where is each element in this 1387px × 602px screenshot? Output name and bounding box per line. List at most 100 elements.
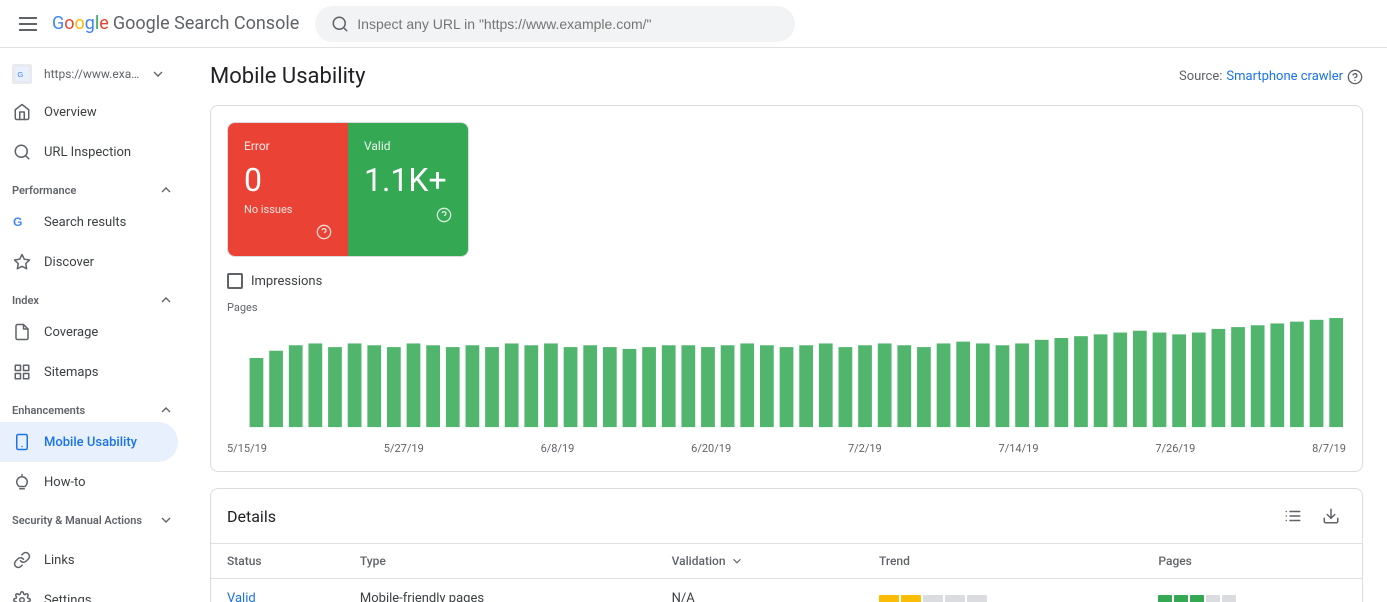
col-type: Type (344, 544, 656, 579)
col-status: Status (211, 544, 344, 579)
google-icon: G (12, 212, 32, 232)
sidebar-item-sitemaps[interactable]: Sitemaps (0, 352, 178, 392)
x-label: 7/14/19 (999, 442, 1039, 455)
impressions-checkbox[interactable] (227, 273, 243, 289)
trend-bar (879, 595, 1126, 602)
search-nav-icon (12, 142, 32, 162)
download-icon (1322, 507, 1340, 525)
coverage-icon (12, 322, 32, 342)
enhancements-section-header[interactable]: Enhancements (0, 392, 186, 422)
status-cards-wrapper: Error 0 No issues Valid 1.1K+ (227, 122, 777, 273)
discover-icon (12, 252, 32, 272)
index-collapse-icon (158, 292, 174, 308)
sidebar-item-search-results-label: Search results (44, 215, 126, 230)
menu-button[interactable] (8, 4, 48, 44)
row-trend (863, 579, 1142, 602)
col-validation[interactable]: Validation (656, 544, 863, 578)
chart-y-label: Pages (227, 301, 1346, 314)
row-status: Valid (211, 579, 344, 602)
property-selector[interactable]: G https://www.exampl... (0, 56, 178, 92)
col-pages: Pages (1142, 544, 1362, 579)
chart-container (227, 318, 1346, 438)
sidebar-item-overview[interactable]: Overview (0, 92, 178, 132)
x-label: 8/7/19 (1312, 442, 1346, 455)
details-section: Details Status (210, 488, 1363, 602)
property-favicon: G (12, 64, 32, 84)
valid-help-icon[interactable] (436, 207, 452, 223)
logo[interactable]: Google Google Search Console (52, 13, 299, 34)
security-section-header[interactable]: Security & Manual Actions (0, 502, 186, 532)
chart-x-labels: 5/15/195/27/196/8/196/20/197/2/197/14/19… (227, 442, 1346, 455)
x-label: 6/20/19 (691, 442, 731, 455)
sidebar-item-mobile-label: Mobile Usability (44, 435, 137, 450)
error-status-card: Error 0 No issues (228, 123, 348, 256)
performance-label: Performance (12, 184, 76, 197)
source-value[interactable]: Smartphone crawler (1226, 69, 1343, 84)
topbar: Google Google Search Console (0, 0, 1387, 48)
filter-icon (1284, 507, 1302, 525)
svg-text:G: G (13, 215, 22, 229)
lightbulb-icon (12, 472, 32, 492)
sidebar-item-coverage-label: Coverage (44, 325, 98, 340)
content-area: Mobile Usability Source: Smartphone craw… (186, 48, 1387, 602)
help-icon[interactable] (1347, 69, 1363, 85)
filter-button[interactable] (1278, 501, 1308, 531)
sidebar-item-how-to-label: How-to (44, 475, 86, 490)
sidebar-item-discover[interactable]: Discover (0, 242, 178, 282)
row-validation: N/A (656, 579, 863, 602)
sidebar-item-discover-label: Discover (44, 255, 94, 270)
x-label: 7/2/19 (848, 442, 882, 455)
sidebar: G https://www.exampl... Overview URL Ins… (0, 48, 186, 602)
home-icon (12, 102, 32, 122)
enhancements-label: Enhancements (12, 404, 85, 417)
valid-label: Valid (364, 139, 452, 153)
download-button[interactable] (1316, 501, 1346, 531)
sidebar-item-coverage[interactable]: Coverage (0, 312, 178, 352)
valid-link[interactable]: Valid (227, 591, 256, 602)
chevron-down-icon (150, 66, 166, 82)
mobile-icon (12, 432, 32, 452)
property-name: https://www.exampl... (44, 67, 146, 81)
search-input[interactable] (357, 16, 779, 32)
search-bar (315, 6, 795, 42)
chart-svg (227, 318, 1346, 438)
link-icon (12, 550, 32, 570)
sidebar-item-settings[interactable]: Settings (0, 580, 178, 602)
sitemaps-icon (12, 362, 32, 382)
main-layout: G https://www.exampl... Overview URL Ins… (0, 48, 1387, 602)
x-label: 6/8/19 (541, 442, 575, 455)
pages-bar (1158, 595, 1346, 602)
hamburger-icon (19, 17, 37, 31)
performance-section-header[interactable]: Performance (0, 172, 186, 202)
details-header: Details (211, 489, 1362, 543)
sidebar-item-links-label: Links (44, 553, 75, 568)
valid-value: 1.1K+ (364, 161, 452, 199)
logo-text: Google (52, 13, 109, 34)
settings-icon (12, 590, 32, 602)
svg-text:G: G (17, 70, 23, 79)
status-cards: Error 0 No issues Valid 1.1K+ (227, 122, 469, 257)
table-container: Status Type Validation Trend Pages (211, 543, 1362, 602)
source-info: Source: Smartphone crawler (1179, 69, 1363, 85)
error-label: Error (244, 139, 332, 153)
col-validation-label: Validation (672, 554, 726, 568)
x-label: 7/26/19 (1155, 442, 1195, 455)
x-label: 5/15/19 (227, 442, 267, 455)
sidebar-item-search-results[interactable]: G Search results (0, 202, 178, 242)
sidebar-item-sitemaps-label: Sitemaps (44, 365, 99, 380)
sidebar-item-overview-label: Overview (44, 105, 97, 120)
sidebar-item-how-to[interactable]: How-to (0, 462, 178, 502)
col-trend: Trend (863, 544, 1142, 579)
sidebar-item-links[interactable]: Links (0, 540, 178, 580)
impressions-label: Impressions (251, 274, 322, 289)
sidebar-item-url-inspection[interactable]: URL Inspection (0, 132, 178, 172)
content-body: Error 0 No issues Valid 1.1K+ (186, 105, 1387, 602)
page-title: Mobile Usability (210, 64, 366, 89)
error-help-icon[interactable] (316, 224, 332, 240)
index-section-header[interactable]: Index (0, 282, 186, 312)
sidebar-item-mobile-usability[interactable]: Mobile Usability (0, 422, 178, 462)
details-actions (1278, 501, 1346, 531)
enhancements-collapse-icon (158, 402, 174, 418)
error-value: 0 (244, 161, 332, 199)
index-label: Index (12, 294, 39, 307)
